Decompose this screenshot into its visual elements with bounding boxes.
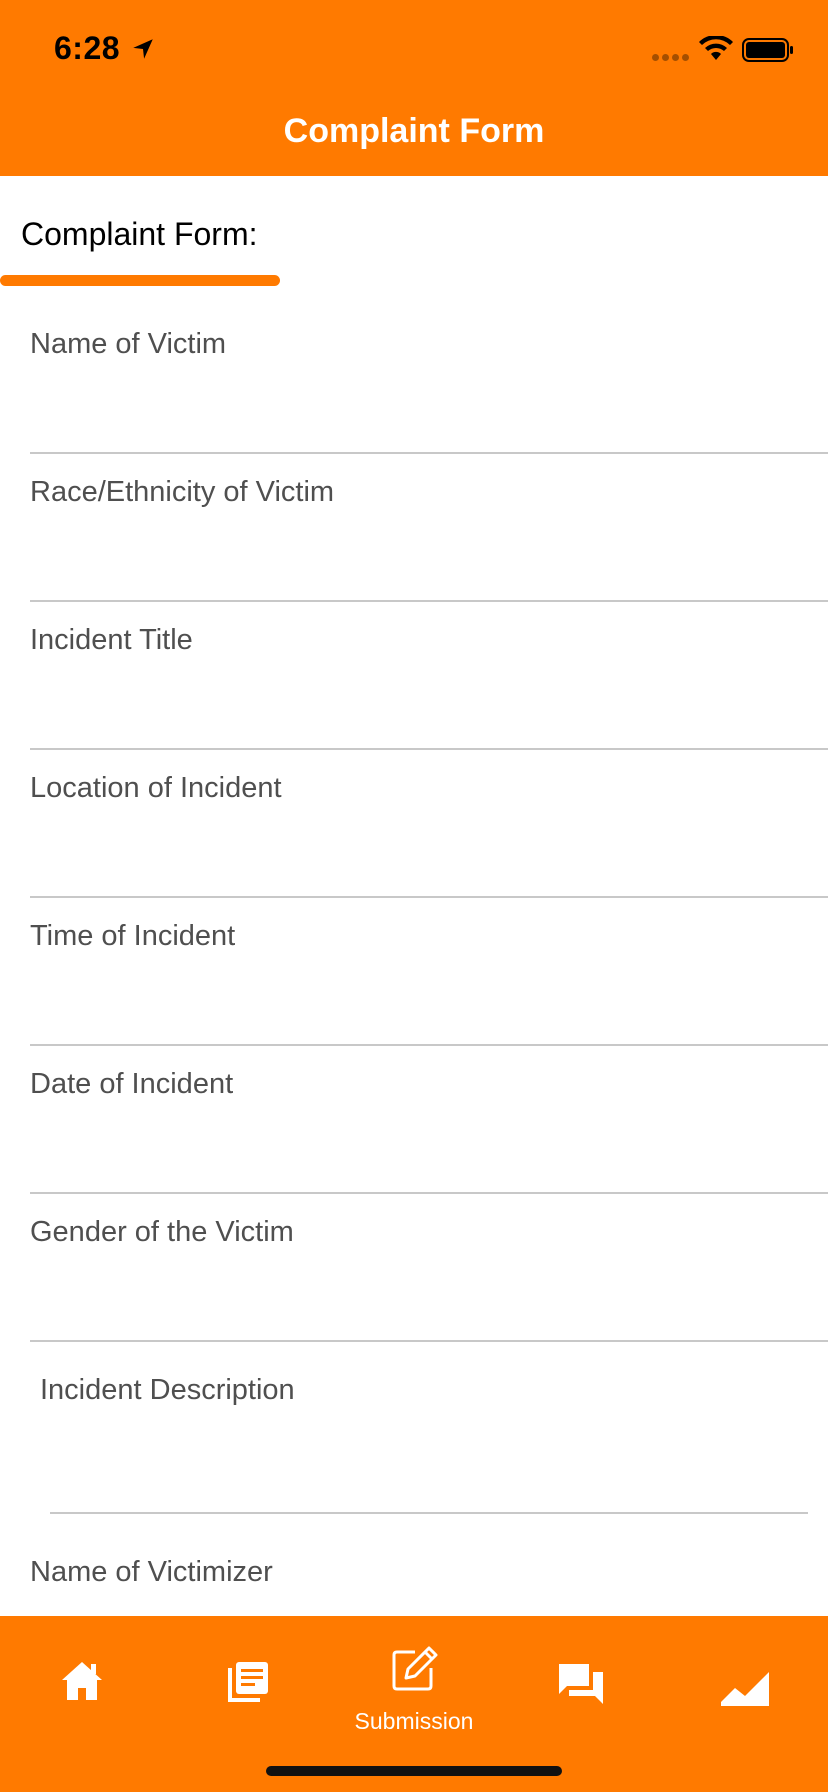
field-underline	[50, 1512, 808, 1514]
field-underline	[30, 600, 828, 602]
status-time: 6:28	[54, 30, 121, 66]
victim-gender-field[interactable]: Gender of the Victim	[30, 1216, 828, 1344]
chart-icon	[721, 1672, 769, 1706]
victim-name-field[interactable]: Name of Victim	[30, 328, 828, 456]
tab-chat[interactable]	[525, 1646, 635, 1736]
field-underline	[30, 1192, 828, 1194]
field-label: Date of Incident	[30, 1068, 234, 1100]
field-label: Incident Title	[30, 624, 193, 656]
wifi-icon	[699, 36, 733, 60]
field-underline	[30, 896, 828, 898]
location-arrow-icon	[133, 39, 153, 59]
page-title: Complaint Form	[283, 112, 545, 150]
cellular-signal-icon	[652, 54, 689, 61]
tab-submission[interactable]: Submission	[355, 1646, 473, 1736]
home-icon	[62, 1662, 102, 1700]
incident-time-field[interactable]: Time of Incident	[30, 920, 828, 1048]
incident-title-field[interactable]: Incident Title	[30, 624, 828, 752]
field-label: Race/Ethnicity of Victim	[30, 476, 335, 508]
tab-home[interactable]	[28, 1646, 138, 1736]
victimizer-name-field[interactable]: Name of Victimizer	[30, 1556, 828, 1612]
field-label: Time of Incident	[30, 920, 236, 952]
tab-news[interactable]	[194, 1646, 304, 1736]
status-bar: 6:28	[0, 0, 828, 98]
field-label: Gender of the Victim	[30, 1216, 294, 1248]
field-label: Incident Description	[40, 1374, 295, 1406]
incident-description-field[interactable]: Incident Description	[40, 1374, 808, 1516]
news-icon	[228, 1662, 268, 1702]
edit-icon	[392, 1646, 438, 1691]
field-underline	[30, 1044, 828, 1046]
field-underline	[30, 1340, 828, 1342]
field-label: Name of Victimizer	[30, 1556, 273, 1588]
field-label: Location of Incident	[30, 772, 282, 804]
tab-label: Submission	[354, 1708, 474, 1734]
field-label: Name of Victim	[30, 328, 227, 360]
victim-race-field[interactable]: Race/Ethnicity of Victim	[30, 476, 828, 604]
incident-date-field[interactable]: Date of Incident	[30, 1068, 828, 1196]
home-indicator[interactable]	[266, 1766, 562, 1776]
nav-bar: Complaint Form	[0, 98, 828, 176]
field-underline	[30, 748, 828, 750]
incident-location-field[interactable]: Location of Incident	[30, 772, 828, 900]
chat-icon	[559, 1664, 603, 1704]
battery-icon	[742, 38, 793, 62]
field-underline	[30, 452, 828, 454]
section-title: Complaint Form:	[21, 216, 258, 252]
section-underline	[0, 275, 280, 286]
tab-stats[interactable]	[691, 1646, 801, 1736]
